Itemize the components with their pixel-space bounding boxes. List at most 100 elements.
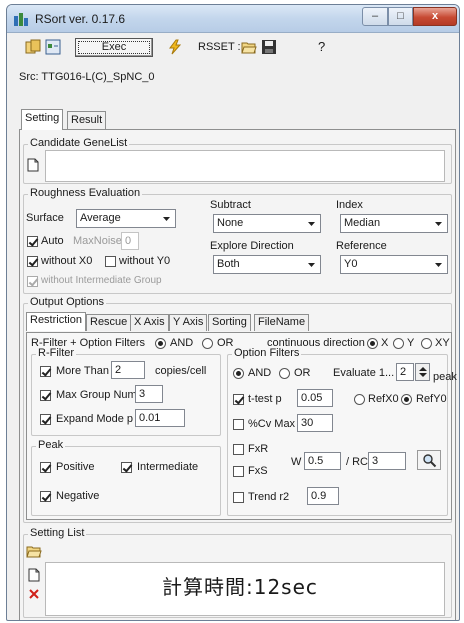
refy0-radio[interactable] (401, 394, 412, 405)
surface-label: Surface (26, 212, 64, 224)
fxr-checkbox[interactable] (233, 444, 244, 455)
copies-label: copies/cell (155, 365, 207, 377)
chevron-down-icon (308, 222, 315, 226)
index-select[interactable]: Median (340, 214, 448, 233)
peak-title: Peak (36, 439, 66, 451)
magnifier-icon (423, 454, 437, 468)
toolbar: Exec RSSET : ? (7, 37, 459, 59)
peak-group: Peak (31, 439, 221, 516)
subtract-value: None (217, 217, 244, 229)
expand-mode-checkbox[interactable] (40, 414, 51, 425)
direction-xy-label: XY (435, 337, 450, 349)
tab-rescue[interactable]: Rescue (86, 314, 132, 331)
evaluate-spinner[interactable] (415, 363, 430, 381)
intermediate-checkbox[interactable] (121, 462, 132, 473)
positive-label: Positive (56, 461, 95, 473)
ttest-label: t-test p (248, 393, 282, 405)
cv-field[interactable]: 30 (297, 414, 333, 432)
tab-sorting[interactable]: Sorting (208, 314, 251, 331)
close-button[interactable]: x (413, 7, 457, 26)
lightning-icon[interactable] (167, 39, 183, 55)
fxr-label: FxR (248, 443, 269, 455)
window-title: RSort ver. 0.17.6 (35, 12, 126, 26)
main-window: RSort ver. 0.17.6 – □ x Exec RSSET : ? S… (6, 4, 460, 621)
more-than-checkbox[interactable] (40, 366, 51, 377)
max-group-field[interactable]: 3 (135, 385, 163, 403)
without-y0-label: without Y0 (119, 255, 171, 267)
settings-window-icon[interactable] (45, 39, 61, 55)
more-than-label: More Than (56, 365, 109, 377)
subtract-select[interactable]: None (213, 214, 321, 233)
explore-direction-select[interactable]: Both (213, 255, 321, 274)
combine-and-radio[interactable] (155, 338, 166, 349)
without-y0-checkbox[interactable] (105, 256, 116, 267)
rfilter-title: R-Filter (36, 347, 77, 359)
tab-x-axis[interactable]: X Axis (130, 314, 169, 331)
option-and-radio[interactable] (233, 368, 244, 379)
w-field[interactable]: 0.5 (304, 452, 341, 470)
minimize-button[interactable]: – (362, 7, 388, 26)
title-bar[interactable]: RSort ver. 0.17.6 – □ x (7, 5, 459, 33)
subtract-label: Subtract (210, 199, 251, 211)
without-intermediate-checkbox[interactable] (27, 276, 38, 287)
evaluate-label: Evaluate 1... (333, 367, 395, 379)
rsset-label: RSSET : (198, 41, 241, 53)
open-folder-icon[interactable] (241, 39, 257, 55)
chevron-down-icon (435, 263, 442, 267)
source-path: Src: TTG016-L(C)_SpNC_0 (19, 71, 155, 83)
new-document-icon[interactable] (27, 158, 39, 172)
trend-checkbox[interactable] (233, 492, 244, 503)
max-group-checkbox[interactable] (40, 390, 51, 401)
fxs-checkbox[interactable] (233, 466, 244, 477)
reference-select[interactable]: Y0 (340, 255, 448, 274)
database-icon[interactable] (25, 39, 41, 55)
maximize-button[interactable]: □ (388, 7, 413, 26)
delete-icon[interactable] (28, 588, 40, 600)
tab-filename[interactable]: FileName (254, 314, 310, 331)
help-button[interactable]: ? (318, 39, 325, 54)
direction-y-radio[interactable] (393, 338, 404, 349)
without-intermediate-label: without Intermediate Group (41, 275, 162, 286)
direction-x-radio[interactable] (367, 338, 378, 349)
tab-restriction[interactable]: Restriction (26, 312, 86, 331)
save-icon[interactable] (261, 39, 277, 55)
rc-field[interactable]: 3 (368, 452, 406, 470)
search-button[interactable] (417, 450, 441, 470)
tab-result[interactable]: Result (67, 111, 107, 130)
positive-checkbox[interactable] (40, 462, 51, 473)
exec-button[interactable]: Exec (75, 38, 153, 57)
combine-or-radio[interactable] (202, 338, 213, 349)
candidate-genelist-box[interactable] (45, 150, 445, 182)
surface-select[interactable]: Average (76, 209, 176, 228)
more-than-field[interactable]: 2 (111, 361, 145, 379)
calc-time-text: 計算時間:12sec (162, 575, 318, 599)
ttest-checkbox[interactable] (233, 394, 244, 405)
negative-checkbox[interactable] (40, 491, 51, 502)
trend-field[interactable]: 0.9 (307, 487, 339, 505)
peak-unit-label: peak (433, 371, 457, 383)
cv-checkbox[interactable] (233, 419, 244, 430)
option-filters-title: Option Filters (232, 347, 302, 359)
new-document-icon[interactable] (28, 568, 40, 582)
evaluate-field[interactable]: 2 (396, 363, 414, 381)
expand-mode-field[interactable]: 0.01 (135, 409, 185, 427)
candidate-genelist-title: Candidate GeneList (28, 137, 130, 149)
index-label: Index (336, 199, 363, 211)
without-x0-checkbox[interactable] (27, 256, 38, 267)
tab-y-axis[interactable]: Y Axis (169, 314, 208, 331)
maxnoise-field[interactable]: 0 (121, 232, 139, 250)
auto-label: Auto (41, 235, 64, 247)
open-folder-icon[interactable] (26, 544, 42, 558)
combine-and-label: AND (170, 337, 194, 349)
auto-checkbox[interactable] (27, 236, 38, 247)
chevron-down-icon (163, 217, 170, 221)
explore-direction-label: Explore Direction (210, 240, 294, 252)
refx0-radio[interactable] (354, 394, 365, 405)
option-or-radio[interactable] (279, 368, 290, 379)
ttest-field[interactable]: 0.05 (297, 389, 333, 407)
max-group-label: Max Group Num (56, 389, 137, 401)
expand-mode-label: Expand Mode p (56, 413, 134, 425)
tab-setting[interactable]: Setting (21, 109, 64, 130)
option-and-label: AND (248, 367, 272, 379)
direction-xy-radio[interactable] (421, 338, 432, 349)
